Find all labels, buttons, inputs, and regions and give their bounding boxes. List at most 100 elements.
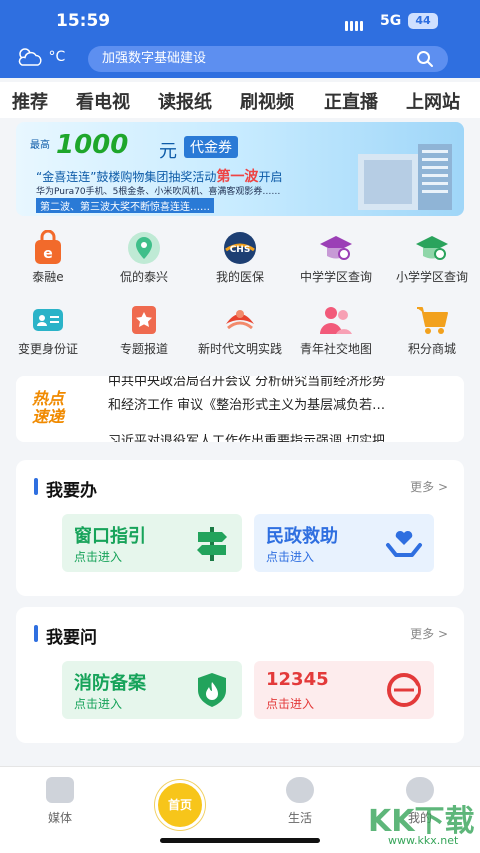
more-link[interactable]: 更多 > — [410, 478, 448, 495]
search-icon[interactable] — [416, 50, 434, 68]
service-grid-row2: 变更身份证 专题报道 新时代文明实践 青年社交地图 积分商城 — [0, 298, 480, 370]
card-civil-aid[interactable]: 民政救助 点击进入 — [254, 514, 434, 572]
grid-item-tairong[interactable]: e 泰融e — [0, 226, 96, 298]
grid-label: 专题报道 — [119, 342, 168, 356]
hot-news-ticker[interactable]: 热点 速递 中共中央政治局召开会议 分析研究当前经济形势 和经济工作 审议《整治… — [16, 376, 464, 442]
card-title: 消防备案 — [74, 673, 146, 694]
tab-website[interactable]: 上网站 — [406, 88, 460, 114]
service-grid-row1: e 泰融e 侃的泰兴 CHS 我的医保 中学学区查询 小学学区查询 — [0, 226, 480, 298]
grid-item-change-id-card[interactable]: 变更身份证 — [0, 298, 96, 370]
nav-home-button[interactable]: 首页 — [155, 780, 205, 830]
card-title: 12345 — [266, 669, 329, 690]
graduation-cap-icon — [416, 236, 448, 260]
star-doc-icon — [132, 306, 156, 334]
more-link[interactable]: 更多 > — [410, 625, 448, 642]
grid-item-medical-insurance[interactable]: CHS 我的医保 — [192, 226, 288, 298]
nav-media-label: 媒体 — [47, 811, 72, 825]
card-title: 民政救助 — [266, 526, 338, 547]
planet-icon — [286, 777, 314, 803]
tab-video[interactable]: 刷视频 — [240, 88, 294, 114]
hot-logo-line1: 热点 — [32, 389, 65, 408]
more-text: 更多 — [410, 480, 435, 494]
location-pin-icon — [128, 232, 160, 264]
grid-item-taixing[interactable]: 侃的泰兴 — [96, 226, 192, 298]
card-subtitle: 点击进入 — [266, 550, 315, 564]
banner-coupon: 代金券 — [184, 136, 238, 158]
svg-text:CHS: CHS — [230, 245, 251, 255]
banner-tag: 最高 — [30, 140, 50, 151]
watermark-url: www.kkx.net — [388, 834, 459, 847]
emblem-icon — [226, 310, 254, 330]
grid-item-youth-social-map[interactable]: 青年社交地图 — [288, 298, 384, 370]
home-indicator — [160, 838, 320, 843]
hot-news-list: 中共中央政治局召开会议 分析研究当前经济形势 和经济工作 审议《整治形式主义为基… — [108, 376, 452, 442]
banner-line3: 第二波、第三波大奖不断惊喜连连…… — [36, 198, 214, 213]
top-bar: °C 加强数字基础建设 — [0, 40, 480, 78]
grid-item-civilization-practice[interactable]: 新时代文明实践 — [192, 298, 288, 370]
shopping-bag-icon: e — [35, 230, 61, 264]
banner-line2: 华为Pura70手机、5根金条、小米吹风机、喜满客观影券…… — [36, 187, 281, 197]
news-line[interactable]: 习近平对退役军人工作作出重要指示强调 切实把 — [108, 430, 385, 442]
nav-home-label: 首页 — [167, 798, 192, 812]
grid-label: 侃的泰兴 — [119, 270, 168, 284]
section-title-text: 我要办 — [46, 481, 97, 501]
fire-shield-icon — [198, 673, 226, 707]
battery-icon: 44 — [408, 13, 438, 29]
section-title-text: 我要问 — [46, 628, 97, 648]
card-title: 窗口指引 — [74, 526, 146, 547]
banner-pager — [236, 206, 263, 216]
search-input[interactable]: 加强数字基础建设 — [88, 46, 448, 72]
grid-label: 中学学区查询 — [299, 270, 372, 284]
banner-unit: 元 — [159, 141, 177, 162]
signpost-icon — [197, 527, 227, 561]
cart-icon — [417, 307, 448, 334]
panel-i-want-to-ask: 我要问 更多 > 消防备案 点击进入 12345 点击进入 — [16, 607, 464, 743]
banner-line1-highlight: 第一波 — [216, 169, 259, 185]
card-subtitle: 点击进入 — [266, 697, 315, 711]
tab-tv[interactable]: 看电视 — [76, 88, 130, 114]
signal-icon — [345, 16, 365, 35]
nav-life[interactable]: 生活 — [252, 777, 348, 826]
promo-banner[interactable]: 最高 1000 元 代金券 “金喜连连”鼓楼购物集团抽奖活动第一波开启 华为Pu… — [16, 122, 464, 216]
more-text: 更多 — [410, 627, 435, 641]
tab-recommend[interactable]: 推荐 — [12, 88, 48, 114]
section-title: 我要问 — [32, 623, 97, 648]
grid-label: 变更身份证 — [17, 342, 78, 356]
hotline-12345-icon — [387, 673, 421, 707]
tab-newspaper[interactable]: 读报纸 — [158, 88, 212, 114]
nav-media[interactable]: 媒体 — [12, 777, 108, 826]
chs-insurance-icon: CHS — [224, 232, 256, 264]
grid-item-middle-school-query[interactable]: 中学学区查询 — [288, 226, 384, 298]
hot-logo-line2: 速递 — [32, 407, 65, 426]
banner-line1-prefix: “金喜连连”鼓楼购物集团抽奖活动 — [36, 170, 217, 184]
banner-line1: “金喜连连”鼓楼购物集团抽奖活动第一波开启 — [36, 166, 282, 186]
panel-i-want-to-do: 我要办 更多 > 窗口指引 点击进入 民政救助 点击进入 — [16, 460, 464, 596]
weather-widget[interactable]: °C — [16, 46, 65, 68]
card-subtitle: 点击进入 — [74, 697, 123, 711]
card-window-guide[interactable]: 窗口指引 点击进入 — [62, 514, 242, 572]
grid-item-special-report[interactable]: 专题报道 — [96, 298, 192, 370]
banner-amount: 1000 — [56, 130, 129, 160]
chevron-right-icon: > — [437, 480, 448, 494]
news-line[interactable]: 和经济工作 审议《整治形式主义为基层减负若… — [108, 394, 385, 413]
grid-label: 积分商城 — [407, 342, 456, 356]
grid-item-points-mall[interactable]: 积分商城 — [384, 298, 480, 370]
status-bar: 15:59 5G 44 — [0, 0, 480, 40]
news-line[interactable]: 中共中央政治局召开会议 分析研究当前经济形势 — [108, 376, 385, 389]
card-hotline-12345[interactable]: 12345 点击进入 — [254, 661, 434, 719]
card-subtitle: 点击进入 — [74, 550, 123, 564]
cloud-sun-icon — [18, 48, 42, 66]
grid-label: 我的医保 — [215, 270, 264, 284]
banner-line1-suffix: 开启 — [258, 170, 283, 184]
tab-live[interactable]: 正直播 — [324, 88, 378, 114]
grid-label: 小学学区查询 — [395, 270, 468, 284]
section-title: 我要办 — [32, 476, 97, 501]
svg-text:e: e — [43, 246, 53, 262]
network-type: 5G — [380, 13, 402, 29]
grid-label: 青年社交地图 — [299, 342, 372, 356]
heart-hands-icon — [386, 530, 422, 557]
card-fire-filing[interactable]: 消防备案 点击进入 — [62, 661, 242, 719]
building-image — [358, 144, 452, 210]
grid-label: 泰融e — [32, 270, 64, 284]
grid-item-primary-school-query[interactable]: 小学学区查询 — [384, 226, 480, 298]
